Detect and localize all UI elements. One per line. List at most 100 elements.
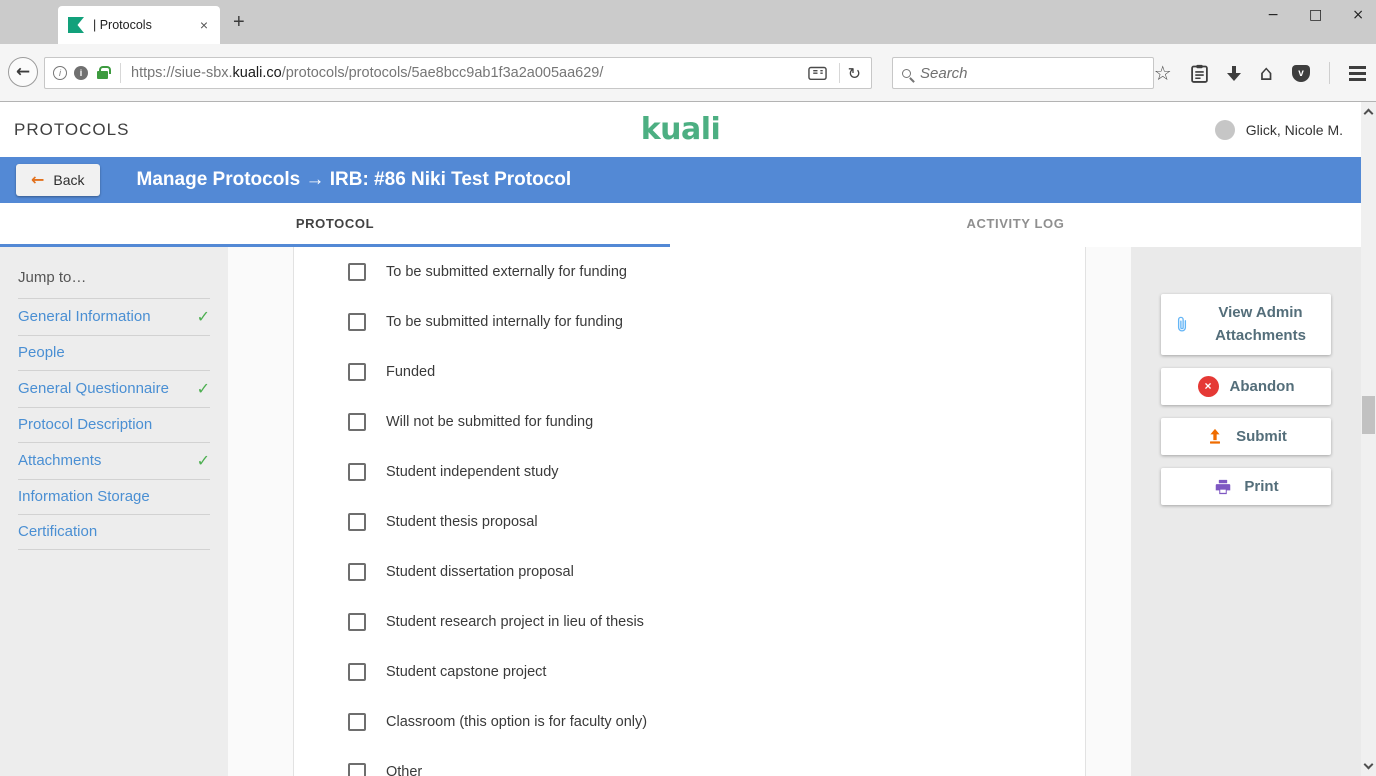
avatar[interactable] [1215, 120, 1235, 140]
checkbox-option-will-not-be-submitted-for-funding: Will not be submitted for funding [294, 397, 1085, 447]
browser-search[interactable] [892, 57, 1154, 89]
completed-check-icon: ✓ [197, 451, 210, 470]
checkbox-option-student-independent-study: Student independent study [294, 447, 1085, 497]
checkbox-label: Will not be submitted for funding [386, 414, 593, 430]
sidebar-item-general-questionnaire[interactable]: General Questionnaire✓ [18, 371, 210, 408]
checkbox-label: Student thesis proposal [386, 514, 538, 530]
submit-button[interactable]: Submit [1161, 418, 1331, 455]
kuali-logo: kuali [641, 112, 721, 147]
url-separator [120, 63, 121, 83]
checkbox-option-classroom-this-option-is-for-faculty-only: Classroom (this option is for faculty on… [294, 697, 1085, 747]
search-input[interactable] [920, 65, 1144, 82]
abandon-button[interactable]: × Abandon [1161, 368, 1331, 405]
url-prefix: https://siue-sbx. [131, 65, 233, 81]
jump-nav-sidebar: Jump to… General Information✓PeopleGener… [0, 247, 228, 776]
user-menu[interactable]: Glick, Nicole M. [1215, 120, 1343, 140]
browser-back-button[interactable]: ← [8, 57, 38, 87]
sidebar-item-people[interactable]: People [18, 336, 210, 371]
browser-navbar: ← i i https://siue-sbx.kuali.co/protocol… [0, 44, 1376, 102]
back-button[interactable]: ← Back [16, 164, 100, 196]
sidebar-item-attachments[interactable]: Attachments ✓ [18, 443, 210, 480]
checkbox-label: Funded [386, 364, 435, 380]
kuali-favicon-icon [68, 17, 84, 33]
action-button-label: Abandon [1230, 375, 1295, 398]
checkbox[interactable] [348, 363, 366, 381]
jump-to-label: Jump to… [18, 261, 210, 299]
identity-icon[interactable]: i [74, 66, 88, 80]
tab-bar: PROTOCOL ACTIVITY LOG [0, 203, 1361, 247]
navbar-icons: ☆ ⌂ v [1154, 57, 1370, 89]
scroll-down-icon[interactable] [1364, 760, 1374, 770]
downloads-icon[interactable] [1227, 65, 1241, 81]
view-admin-attachments-button[interactable]: View Admin Attachments [1161, 294, 1331, 355]
page-info-icon[interactable]: i [53, 66, 67, 80]
app-title: PROTOCOLS [14, 120, 129, 140]
checkbox[interactable] [348, 413, 366, 431]
window-controls: − □ × [1267, 0, 1364, 30]
maximize-button[interactable]: □ [1309, 7, 1322, 23]
sidebar-item-label: General Information [18, 308, 151, 325]
tab-protocol[interactable]: PROTOCOL [0, 203, 670, 247]
checkbox-option-student-thesis-proposal: Student thesis proposal [294, 497, 1085, 547]
reader-mode-icon[interactable] [808, 66, 827, 81]
checkbox[interactable] [348, 763, 366, 776]
checkbox[interactable] [348, 613, 366, 631]
abandon-icon: × [1198, 376, 1219, 397]
checkbox-label: Student research project in lieu of thes… [386, 614, 644, 630]
page: PROTOCOLS kuali Glick, Nicole M. ← Back … [0, 102, 1361, 776]
scroll-up-icon[interactable] [1364, 109, 1374, 119]
left-gutter [228, 247, 293, 776]
url-bar[interactable]: i i https://siue-sbx.kuali.co/protocols/… [44, 57, 872, 89]
print-icon [1213, 477, 1233, 497]
checkbox[interactable] [348, 513, 366, 531]
questionnaire-panel: To be submitted externally for fundingTo… [293, 247, 1086, 776]
sidebar-item-label: People [18, 344, 65, 361]
checkbox-label: Classroom (this option is for faculty on… [386, 714, 647, 730]
menu-icon[interactable] [1349, 66, 1370, 81]
page-scrollbar[interactable] [1361, 102, 1376, 776]
checkbox-label: Other [386, 764, 422, 776]
completed-check-icon: ✓ [197, 379, 210, 398]
checkbox[interactable] [348, 563, 366, 581]
home-icon[interactable]: ⌂ [1260, 63, 1273, 84]
sidebar-item-general-information[interactable]: General Information✓ [18, 299, 210, 336]
sidebar-item-information-storage[interactable]: Information Storage [18, 480, 210, 515]
checkbox[interactable] [348, 463, 366, 481]
back-arrow-icon: ← [31, 172, 44, 188]
action-button-label: View Admin Attachments [1202, 301, 1319, 348]
sidebar-item-label: Information Storage [18, 488, 150, 505]
sidebar-item-certification[interactable]: Certification [18, 515, 210, 550]
submit-icon [1205, 426, 1225, 446]
browser-tab[interactable]: | Protocols × [58, 6, 220, 44]
actions-sidebar: View Admin Attachments × Abandon Submit Prin… [1131, 247, 1361, 776]
new-tab-button[interactable]: + [233, 11, 245, 34]
bookmarks-menu-icon[interactable] [1191, 64, 1208, 83]
pocket-icon[interactable]: v [1292, 65, 1310, 82]
checkbox[interactable] [348, 313, 366, 331]
close-button[interactable]: × [1352, 7, 1364, 23]
checkbox-label: To be submitted externally for funding [386, 264, 627, 280]
checkbox[interactable] [348, 263, 366, 281]
scrollbar-thumb[interactable] [1362, 396, 1375, 434]
right-gutter [1086, 247, 1131, 776]
checkbox-option-student-research-project-in-lieu-of-thesis: Student research project in lieu of thes… [294, 597, 1085, 647]
checkbox-label: Student capstone project [386, 664, 546, 680]
checkbox[interactable] [348, 663, 366, 681]
search-icon [902, 69, 911, 78]
tab-activity-log[interactable]: ACTIVITY LOG [670, 203, 1361, 247]
bookmark-star-icon[interactable]: ☆ [1154, 63, 1172, 83]
print-button[interactable]: Print [1161, 468, 1331, 505]
sidebar-item-protocol-description[interactable]: Protocol Description [18, 408, 210, 443]
tab-close-icon[interactable]: × [198, 17, 210, 33]
content-area: Jump to… General Information✓PeopleGener… [0, 247, 1361, 776]
checkbox[interactable] [348, 713, 366, 731]
back-button-label: Back [53, 172, 84, 188]
checkbox-option-student-capstone-project: Student capstone project [294, 647, 1085, 697]
url-separator [839, 63, 840, 83]
url-text[interactable]: https://siue-sbx.kuali.co/protocols/prot… [131, 65, 804, 81]
reload-icon[interactable]: ↻ [848, 64, 863, 83]
sidebar-item-label: Attachments [18, 452, 101, 469]
protocol-header-bar: ← Back Manage Protocols → IRB: #86 Niki … [0, 157, 1361, 203]
minimize-button[interactable]: − [1267, 7, 1279, 23]
checkbox-option-to-be-submitted-externally-for-funding: To be submitted externally for funding [294, 247, 1085, 297]
